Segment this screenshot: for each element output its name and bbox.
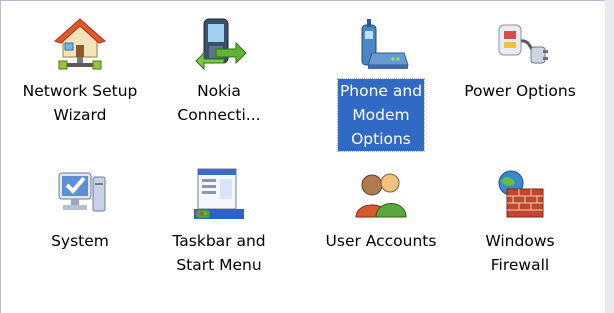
taskbar-start-menu-item[interactable]: Taskbar and Start Menu [154, 165, 284, 277]
power-plug-icon [498, 24, 548, 64]
computer-system-icon [58, 172, 106, 212]
item-label: System [51, 232, 109, 250]
system-item[interactable]: System [15, 165, 145, 253]
nokia-connectivity-item[interactable]: Nokia Connecti... [154, 15, 284, 127]
user-accounts-icon [355, 173, 407, 218]
control-panel-view: Network Setup Wizard Nokia Connecti... P… [0, 0, 605, 313]
scrollbar-edge [605, 0, 614, 313]
phone-modem-icon [361, 19, 409, 69]
item-label: Windows Firewall [485, 232, 555, 274]
item-label: Phone and Modem Options [336, 78, 426, 152]
user-accounts-item[interactable]: User Accounts [316, 165, 446, 253]
power-options-item[interactable]: Power Options [455, 15, 585, 103]
network-setup-house-icon [54, 18, 106, 70]
nokia-phone-sync-icon [195, 18, 247, 71]
item-label: Nokia Connecti... [177, 82, 261, 124]
phone-modem-options-item[interactable]: Phone and Modem Options [316, 15, 446, 152]
taskbar-start-menu-icon [194, 168, 244, 219]
windows-firewall-icon [498, 170, 544, 218]
item-label: Network Setup Wizard [22, 82, 138, 124]
item-label: Taskbar and Start Menu [172, 232, 266, 274]
network-setup-wizard-item[interactable]: Network Setup Wizard [15, 15, 145, 127]
windows-firewall-item[interactable]: Windows Firewall [455, 165, 585, 277]
item-label: Power Options [464, 82, 576, 100]
item-label: User Accounts [325, 232, 437, 250]
